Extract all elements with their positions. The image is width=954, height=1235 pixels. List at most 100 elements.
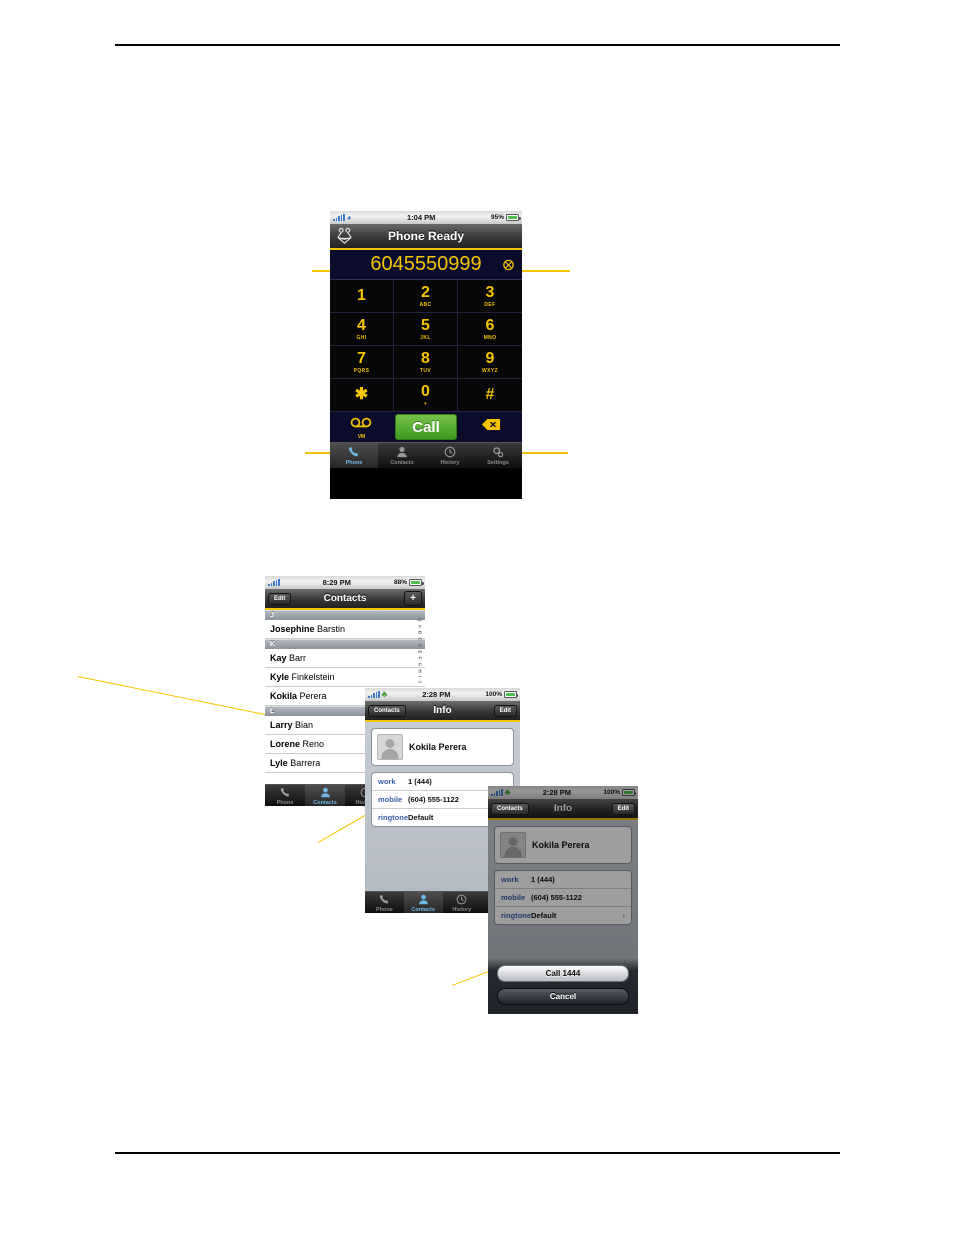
dialpad-status-bar: ◕ 1:04 PM 95% [330,211,522,224]
callout-line-contact-row [77,676,279,718]
contact-first: Josephine [270,624,315,634]
key-6[interactable]: 6 MNO [458,313,522,346]
call-button[interactable]: Call [394,414,458,440]
key-letters: + [423,400,428,407]
callout-line-backspace-right [518,452,568,454]
contact-first: Kyle [270,672,290,682]
add-contact-icon[interactable] [502,258,515,271]
status-time: 2:28 PM [422,690,451,699]
apple-icon: ♣ [381,689,388,699]
key-3[interactable]: 3 DEF [458,280,522,313]
backspace-button[interactable] [459,418,522,436]
key-star[interactable]: ✱ [330,379,394,412]
backspace-icon [481,418,501,436]
key-letters: TUV [419,367,432,374]
tab-label: Phone [345,459,363,466]
back-to-contacts-button[interactable]: Contacts [491,802,529,815]
phone-handset-icon [280,786,291,799]
section-header-j: J [265,610,425,620]
tab-contacts[interactable]: Contacts [403,892,443,913]
cancel-button[interactable]: Cancel [497,988,629,1005]
tab-label: Contacts [313,799,337,806]
dialpad-action-row: VM Call [330,412,522,442]
phone-handset-icon [348,446,360,459]
network-people-icon[interactable] [335,227,354,246]
contact-first: Kay [270,653,287,663]
gears-icon [492,446,504,459]
contact-first: Lorene [270,739,301,749]
key-5[interactable]: 5 JKL [394,313,458,346]
contact-row-kay[interactable]: Kay Barr [265,649,425,668]
key-1[interactable]: 1 [330,280,394,313]
callout-line-add-contact-right [520,270,570,272]
key-8[interactable]: 8 TUV [394,346,458,379]
voicemail-icon [350,415,372,433]
wifi-icon: ◕ [346,212,352,222]
tab-phone[interactable]: Phone [265,785,305,806]
dialpad-phone-screenshot: ◕ 1:04 PM 95% Phone Ready 6045550999 1 2… [330,211,522,499]
key-4[interactable]: 4 GHI [330,313,394,346]
contact-header-card: Kokila Perera [371,728,514,766]
tab-settings[interactable]: Settings [474,443,522,468]
key-digit: # [485,385,495,403]
status-time: 1:04 PM [406,213,436,222]
contact-row-kyle[interactable]: Kyle Finkelstein [265,668,425,687]
contact-last: Finkelstein [291,672,335,682]
contact-first: Larry [270,720,293,730]
key-digit: 9 [485,349,495,367]
dialpad-header: Phone Ready [330,224,522,250]
tab-contacts[interactable]: Contacts [305,785,345,806]
tab-phone[interactable]: Phone [365,892,404,913]
contacts-status-bar: 8:29 PM 88% [265,576,425,589]
tab-label: Contacts [390,459,414,466]
call-action-sheet: Call 1444 Cancel [488,958,638,1014]
field-label: ringtone [378,813,408,822]
field-label: mobile [378,795,403,804]
key-0[interactable]: 0 + [394,379,458,412]
dialpad-keypad[interactable]: 1 2 ABC 3 DEF 4 GHI 5 JKL 6 MNO 7 PQRS 8 TUV 9W… [330,280,522,412]
key-letters: WXYZ [481,367,499,374]
section-header-k: K [265,639,425,649]
tab-contacts[interactable]: Contacts [378,443,426,468]
back-to-contacts-button[interactable]: Contacts [368,704,406,717]
contact-last: Perera [299,691,327,701]
contact-name: Kokila Perera [409,742,467,752]
key-9[interactable]: 9 WXYZ [458,346,522,379]
number-display[interactable]: 6045550999 [330,250,522,280]
dialpad-tab-bar[interactable]: Phone Contacts History Settings [330,442,522,468]
person-icon [320,786,331,799]
key-hash[interactable]: # [458,379,522,412]
voicemail-label: VM [357,433,366,440]
contact-row-josephine[interactable]: Josephine Barstin [265,620,425,639]
key-letters: DEF [484,301,496,308]
status-time: 8:29 PM [322,578,351,587]
key-2[interactable]: 2 ABC [394,280,458,313]
tab-history[interactable]: History [426,443,474,468]
tab-label: Contacts [411,906,435,913]
alphabet-index[interactable]: Q A B C D E F G H I J [416,618,424,684]
key-digit: 1 [357,286,366,304]
contact-first: Lyle [270,758,288,768]
edit-button[interactable]: Edit [611,802,635,815]
call-number-button[interactable]: Call 1444 [497,965,629,982]
phone-handset-icon [379,893,390,906]
add-contact-button[interactable]: + [404,591,422,606]
tab-history[interactable]: History [443,892,482,913]
tab-label: Phone [375,906,393,913]
tab-label: History [440,459,460,466]
alphabet-index-letters: Q A B C D E F G H I J [417,618,423,684]
voicemail-button[interactable]: VM [330,415,393,440]
key-digit: 5 [421,316,430,334]
page-bottom-rule [115,1152,840,1154]
edit-button[interactable]: Edit [493,704,517,717]
tab-phone[interactable]: Phone [330,443,378,468]
dialpad-header-title: Phone Ready [387,229,465,243]
key-7[interactable]: 7 PQRS [330,346,394,379]
edit-button[interactable]: Edit [268,592,292,605]
contact-last: Barstin [317,624,346,634]
key-letters: GHI [356,334,367,341]
contact-last: Barrera [290,758,321,768]
dialed-number: 6045550999 [370,253,482,275]
page-top-rule [115,44,840,46]
key-digit: 0 [421,382,430,400]
